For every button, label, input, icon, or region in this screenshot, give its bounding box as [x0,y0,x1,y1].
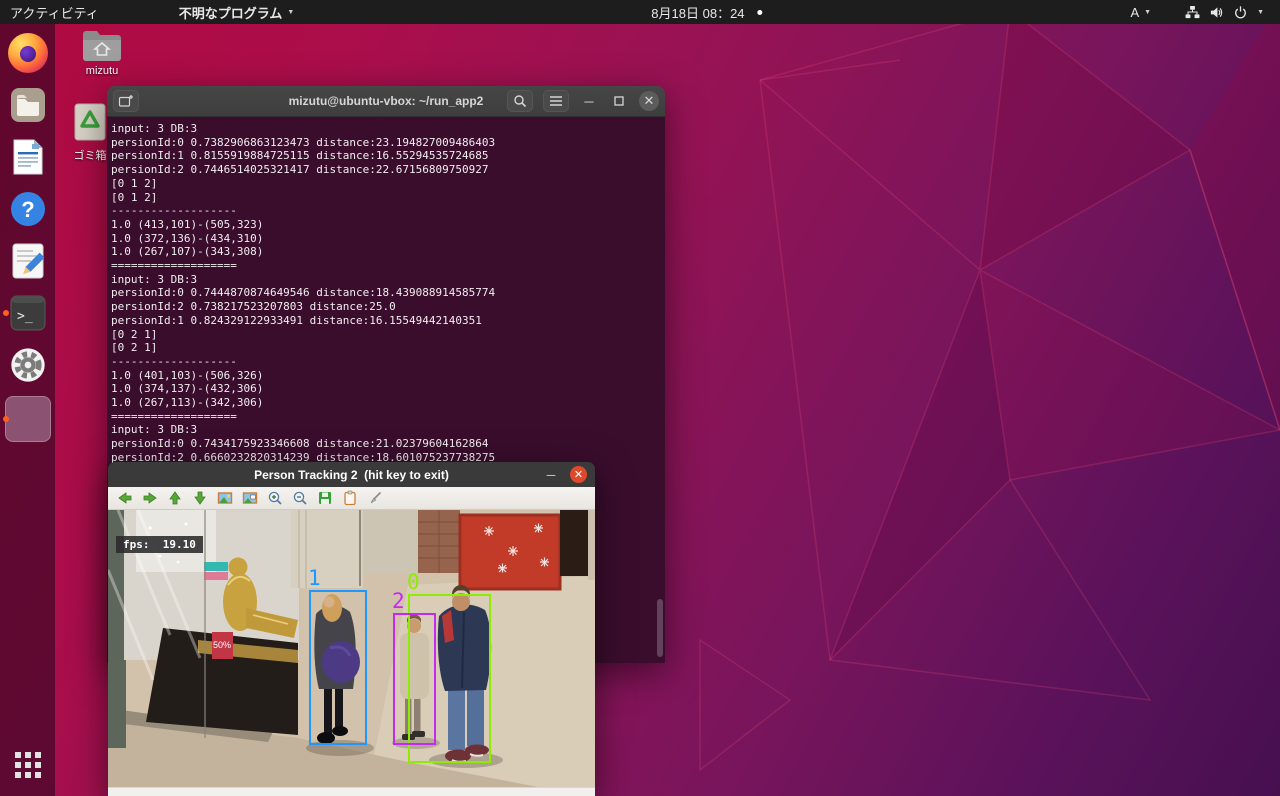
arrow-up-icon [167,490,183,506]
trash-icon [70,100,110,144]
maximize-icon [614,96,624,106]
close-button[interactable]: ✕ [570,466,587,483]
notification-dot-icon [758,10,763,15]
search-icon [513,94,527,108]
gear-icon [8,345,48,385]
copy-button[interactable] [341,489,359,507]
image-zoom-icon [242,490,258,506]
svg-text:>_: >_ [17,309,33,324]
save-icon [317,490,333,506]
terminal-titlebar[interactable]: mizutu@ubuntu-vbox: ~/run_app2 [107,86,665,117]
chevron-down-icon: ▼ [287,9,294,16]
hamburger-menu-icon [549,95,563,107]
chevron-down-icon: ▼ [1144,9,1151,16]
top-bar-right: A ▼ ▼ [1120,0,1280,24]
desktop-icon-home[interactable]: mizutu [70,28,134,77]
dock-item-terminal[interactable]: >_ [5,290,51,336]
minimize-button[interactable]: ─ [579,91,599,111]
dock-item-firefox[interactable] [5,30,51,76]
power-icon [1233,5,1248,20]
clock-button[interactable]: 8月18日 08：24 [641,0,772,24]
dock-item-help[interactable]: ? [5,186,51,232]
search-button[interactable] [507,90,533,112]
tracking-box-2: 2 [393,613,436,745]
files-icon [8,85,48,125]
show-applications-button[interactable] [5,742,51,788]
tracking-id-label: 1 [308,568,321,589]
terminal-controls: ─ ✕ [507,90,659,112]
pan-right-button[interactable] [141,489,159,507]
new-tab-icon [118,93,134,109]
terminal-output: input: 3 DB:3 persionId:0 0.738290686312… [111,122,661,465]
brush-icon [367,490,383,506]
top-bar-left: アクティビティ 不明なプログラム ▼ [0,0,304,24]
terminal-scrollbar[interactable] [657,599,663,657]
zoom-in-icon [267,490,283,506]
desktop-icon-label: ゴミ箱 [74,147,107,163]
tracker-window-title: Person Tracking 2 (hit key to exit) [108,468,595,482]
activities-button[interactable]: アクティビティ [0,0,109,24]
app-grid-icon [11,748,45,782]
help-icon: ? [8,189,48,229]
image-icon [217,490,233,506]
tracker-toolbar [108,487,595,510]
running-indicator-dot [3,310,9,316]
menu-button[interactable] [543,90,569,112]
terminal-icon: >_ [8,293,48,333]
zoom-x30-button[interactable] [241,489,259,507]
top-bar-center: 8月18日 08：24 [641,0,772,24]
tracking-id-label: 2 [392,591,405,612]
arrow-left-icon [117,490,133,506]
dock-item-files[interactable] [5,82,51,128]
save-button[interactable] [316,489,334,507]
app-menu-label: 不明なプログラム [179,3,283,22]
properties-button[interactable] [366,489,384,507]
input-method-button[interactable]: A ▼ [1120,0,1161,24]
desktop-icon-label: mizutu [86,65,118,77]
arrow-down-icon [192,490,208,506]
home-folder-icon [81,28,123,62]
zoom-x1-button[interactable] [216,489,234,507]
zoom-out-icon [292,490,308,506]
firefox-icon [8,33,48,73]
tracker-titlebar[interactable]: Person Tracking 2 (hit key to exit) ─ ✕ [108,462,595,487]
dock-item-unknown-app[interactable] [5,394,51,444]
pan-down-button[interactable] [191,489,209,507]
network-icon [1185,5,1200,20]
close-button[interactable]: ✕ [639,91,659,111]
text-editor-icon [10,242,46,280]
tracking-id-label: 0 [407,572,420,593]
clipboard-icon [342,490,358,506]
pan-left-button[interactable] [116,489,134,507]
video-frame: 50% [108,510,595,787]
desktop: アクティビティ 不明なプログラム ▼ 8月18日 08：24 A ▼ [0,0,1280,796]
minimize-button[interactable]: ─ [541,465,561,485]
running-indicator-dot [3,416,9,422]
tracker-statusbar [108,787,595,796]
app-menu-button[interactable]: 不明なプログラム ▼ [169,0,305,24]
dock: ? >_ [0,24,55,796]
svg-text:?: ? [21,197,34,222]
arrow-right-icon [142,490,158,506]
dock-item-libreoffice-writer[interactable] [5,134,51,180]
system-menu-button[interactable]: ▼ [1175,0,1274,24]
zoom-out-button[interactable] [291,489,309,507]
unknown-app-icon [5,396,51,442]
top-bar: アクティビティ 不明なプログラム ▼ 8月18日 08：24 A ▼ [0,0,1280,24]
maximize-button[interactable] [609,91,629,111]
tracking-box-1: 1 [309,590,367,745]
tracking-boxes-overlay: 102 [108,510,595,787]
tracker-controls: ─ ✕ [541,465,595,485]
tracker-window: Person Tracking 2 (hit key to exit) ─ ✕ [108,462,595,796]
new-tab-button[interactable] [113,90,139,112]
writer-icon [10,138,46,176]
input-method-label: A [1130,5,1139,20]
chevron-down-icon: ▼ [1257,9,1264,16]
zoom-in-button[interactable] [266,489,284,507]
dock-item-text-editor[interactable] [5,238,51,284]
pan-up-button[interactable] [166,489,184,507]
volume-icon [1209,5,1224,20]
clock-label: 8月18日 08：24 [651,3,744,22]
dock-item-settings[interactable] [5,342,51,388]
